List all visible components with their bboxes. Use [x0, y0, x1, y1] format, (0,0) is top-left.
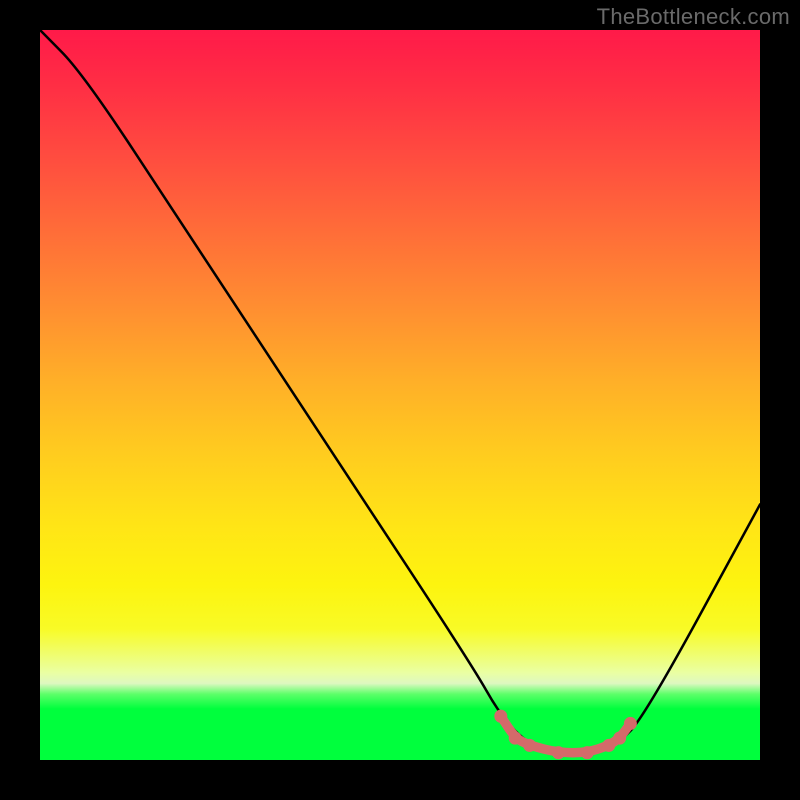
optimal-range-dot	[624, 717, 637, 730]
plot-area	[40, 30, 760, 760]
optimal-range-dot	[509, 732, 522, 745]
optimal-range-dot	[494, 710, 507, 723]
optimal-range-dot	[613, 732, 626, 745]
bottleneck-curve	[40, 30, 760, 753]
curve-layer	[40, 30, 760, 760]
chart-frame: TheBottleneck.com	[0, 0, 800, 800]
optimal-range-dot	[523, 739, 536, 752]
optimal-range-dot	[552, 746, 565, 759]
optimal-range-dot	[602, 739, 615, 752]
watermark-text: TheBottleneck.com	[597, 4, 790, 30]
optimal-range-dot	[581, 746, 594, 759]
